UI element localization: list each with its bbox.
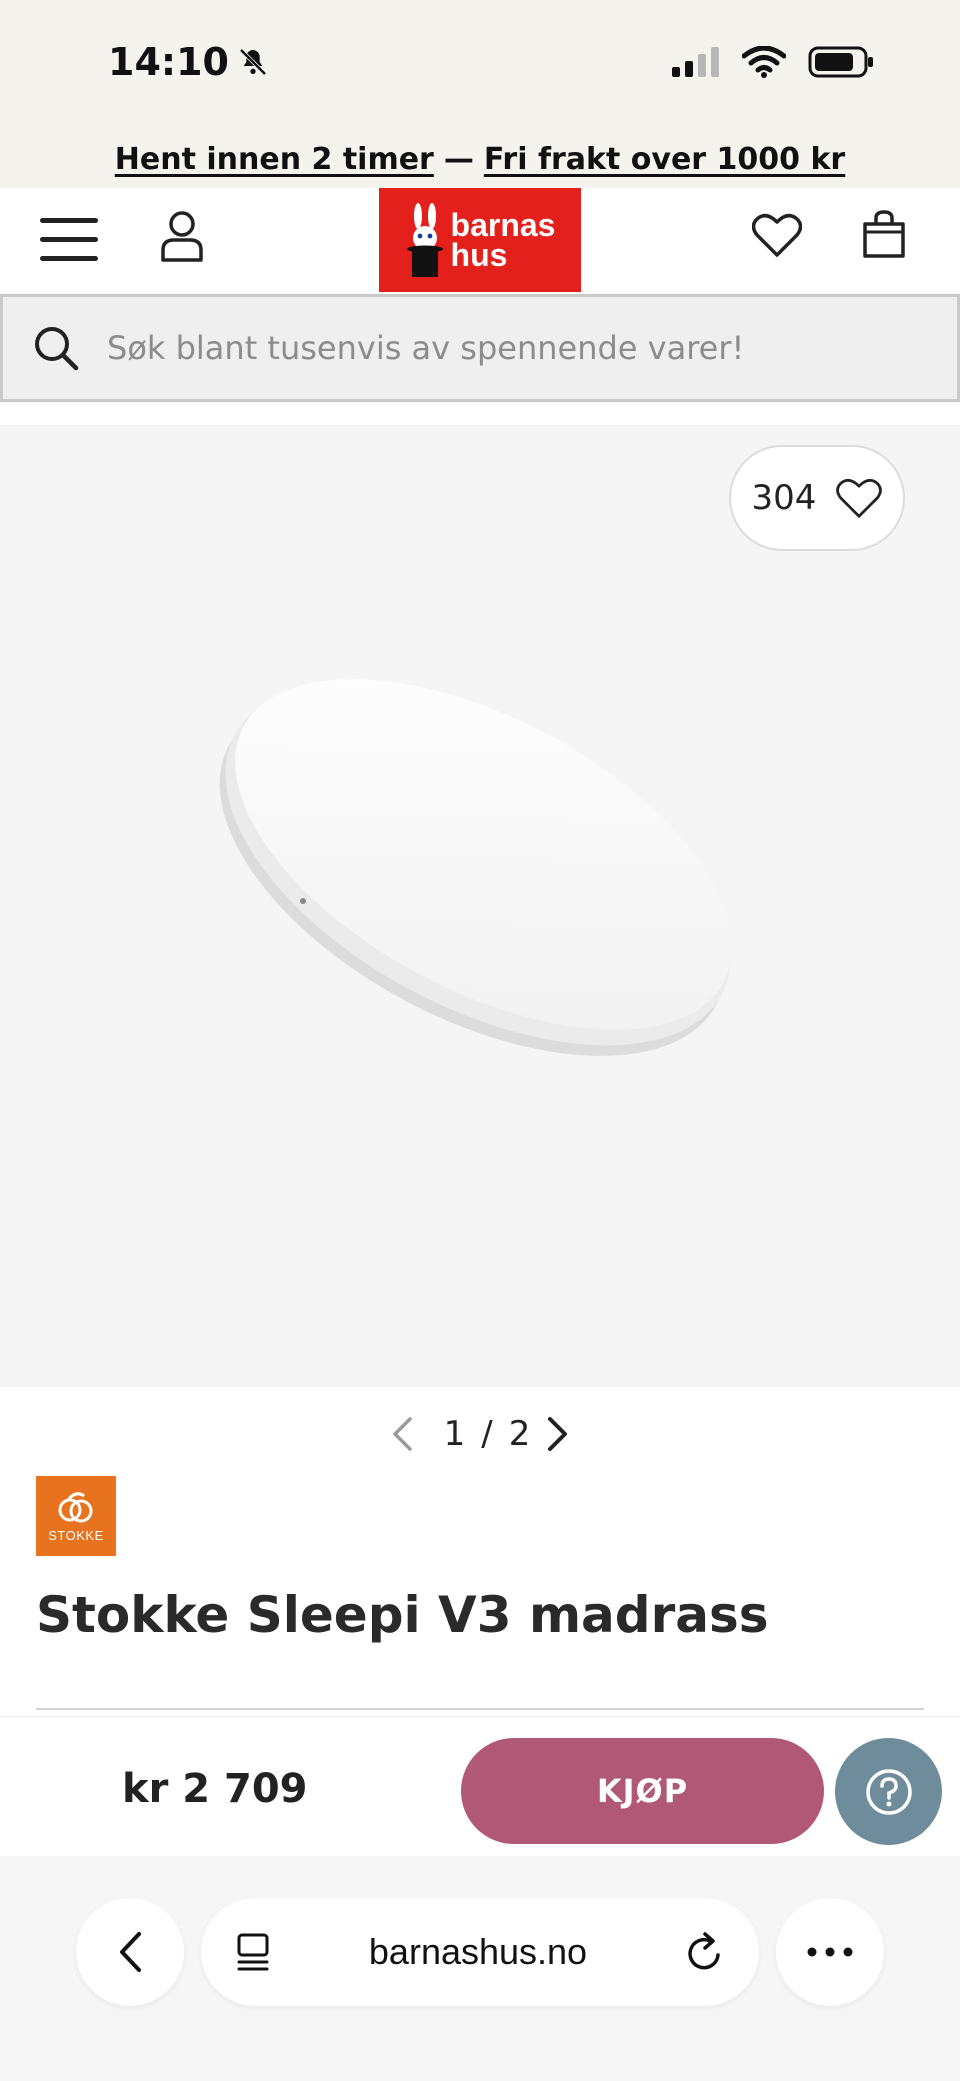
like-button[interactable]: 304 xyxy=(729,445,905,551)
battery-icon xyxy=(808,46,873,78)
url-text: barnashus.no xyxy=(368,1931,588,1972)
logo-text-line2: hus xyxy=(450,237,508,273)
menu-icon[interactable] xyxy=(40,218,98,262)
promo-bar: Hent innen 2 timer — Fri frakt over 1000… xyxy=(0,130,960,188)
product-image-gallery[interactable] xyxy=(0,425,960,1387)
search-icon xyxy=(35,327,79,371)
wifi-icon xyxy=(742,46,786,78)
brand-logo[interactable]: STOKKE xyxy=(36,1476,116,1556)
signal-icon xyxy=(672,47,719,77)
divider xyxy=(36,1708,924,1710)
logo-text-line1: barnas xyxy=(450,207,556,243)
chevron-left-icon[interactable] xyxy=(390,1416,414,1452)
search-placeholder: Søk blant tusenvis av spennende varer! xyxy=(107,329,745,367)
promo-separator: — xyxy=(443,141,474,177)
pager-total: 2 xyxy=(508,1414,531,1454)
promo-pickup-link[interactable]: Hent innen 2 timer xyxy=(115,142,434,177)
search-input[interactable]: Søk blant tusenvis av spennende varer! xyxy=(0,294,960,402)
status-time-text: 14:10 xyxy=(108,40,229,84)
user-icon[interactable] xyxy=(160,210,204,262)
product-title: Stokke Sleepi V3 madrass xyxy=(36,1586,769,1644)
stokke-logo-icon xyxy=(58,1491,93,1522)
pager-separator: / xyxy=(481,1414,493,1454)
like-count: 304 xyxy=(751,478,817,518)
wishlist-heart-icon[interactable] xyxy=(752,212,802,258)
help-icon xyxy=(865,1768,912,1815)
tabs-icon[interactable] xyxy=(235,1932,271,1972)
pager-current: 1 xyxy=(443,1414,466,1454)
bell-slash-icon xyxy=(239,48,267,76)
brand-name: STOKKE xyxy=(48,1527,104,1543)
more-icon xyxy=(807,1947,853,1957)
chevron-right-icon[interactable] xyxy=(546,1416,570,1452)
browser-more-button[interactable] xyxy=(776,1898,884,2006)
address-bar[interactable]: barnashus.no xyxy=(201,1898,759,2006)
logo-text: barnas hus xyxy=(450,207,556,273)
rabbit-hat-icon xyxy=(406,203,443,277)
image-pager: 1 / 2 xyxy=(0,1404,960,1464)
site-logo[interactable]: barnas hus xyxy=(379,188,581,292)
shopping-bag-icon[interactable] xyxy=(862,210,906,258)
status-time: 14:10 xyxy=(108,40,269,84)
product-price: kr 2 709 xyxy=(122,1766,308,1812)
browser-back-button[interactable] xyxy=(76,1898,184,2006)
promo-shipping-link[interactable]: Fri frakt over 1000 kr xyxy=(484,142,845,177)
product-image xyxy=(219,679,733,1056)
chevron-left-icon xyxy=(120,1932,141,1972)
status-icons xyxy=(672,46,874,78)
buy-button[interactable]: KJØP xyxy=(461,1738,824,1844)
help-button[interactable] xyxy=(835,1738,942,1845)
heart-icon xyxy=(836,478,883,518)
reload-icon[interactable] xyxy=(685,1931,725,1973)
